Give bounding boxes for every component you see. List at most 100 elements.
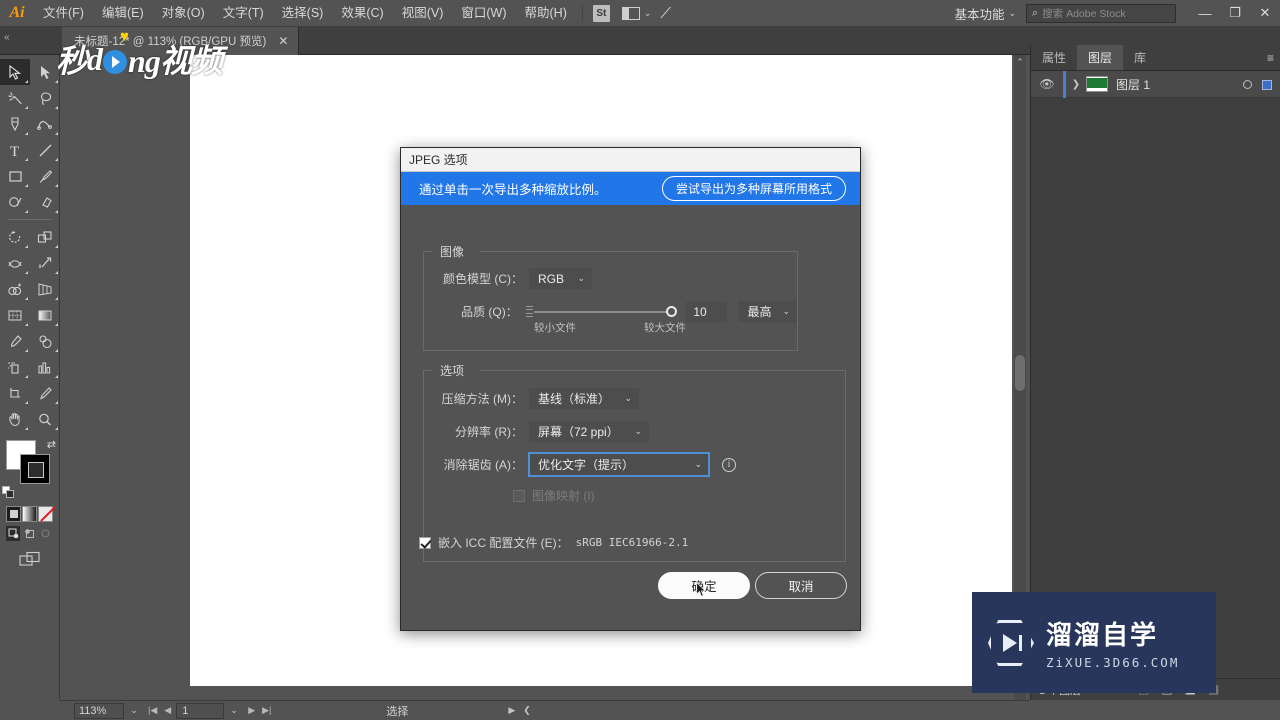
chevron-right-icon[interactable]: ❯	[1066, 79, 1086, 90]
column-graph-tool[interactable]	[30, 354, 60, 380]
close-icon[interactable]: ✕	[278, 34, 288, 48]
layer-row[interactable]: 👁 ❯ 图层 1	[1031, 70, 1280, 98]
curvature-tool[interactable]	[30, 111, 60, 137]
scroll-up-icon[interactable]: ⌃	[1014, 57, 1026, 68]
draw-normal-icon[interactable]	[6, 526, 21, 541]
artboard-chevron-down-icon[interactable]: ⌄	[224, 705, 244, 716]
menu-select[interactable]: 选择(S)	[273, 0, 333, 27]
workspace-chevron-down-icon[interactable]: ⌄	[1008, 8, 1016, 19]
eyedropper-tool[interactable]	[0, 328, 30, 354]
layer-visibility-icon[interactable]: 👁	[1031, 77, 1063, 91]
scale-tool[interactable]	[30, 224, 60, 250]
status-chevron-left-icon[interactable]: ❮	[523, 705, 531, 716]
eraser-tool[interactable]	[30, 189, 60, 215]
quality-preset-select[interactable]: 最高 ⌄	[738, 301, 797, 322]
antialias-info-icon[interactable]: i	[722, 457, 736, 472]
embed-icc-checkbox[interactable]	[419, 536, 431, 549]
jpeg-options-dialog: JPEG 选项 通过单击一次导出多种缩放比例。 尝试导出为多种屏幕所用格式 图像…	[400, 147, 861, 631]
scrollbar-thumb[interactable]	[1015, 355, 1025, 391]
gradient-fill-button[interactable]	[22, 506, 37, 522]
shape-builder-tool[interactable]	[0, 276, 30, 302]
panel-menu-icon[interactable]: ≡	[1267, 51, 1274, 65]
color-fill-button[interactable]	[6, 506, 21, 522]
paintbrush-tool[interactable]	[30, 163, 60, 189]
tab-properties[interactable]: 属性	[1031, 45, 1077, 70]
shaper-tool[interactable]	[0, 189, 30, 215]
next-artboard-icon[interactable]: ▶	[248, 705, 255, 716]
default-fill-stroke-icon[interactable]	[2, 486, 14, 498]
quality-slider-knob[interactable]	[666, 305, 678, 317]
rectangle-tool[interactable]	[0, 163, 30, 189]
ok-button[interactable]: 确定	[658, 572, 750, 599]
prev-artboard-icon[interactable]: ◀	[164, 705, 171, 716]
cancel-button[interactable]: 取消	[755, 572, 847, 599]
line-segment-tool[interactable]	[30, 137, 60, 163]
workspace-label[interactable]: 基本功能	[950, 4, 1008, 23]
mesh-tool[interactable]	[0, 302, 30, 328]
arrange-documents-button[interactable]: ⌄	[621, 6, 651, 20]
brush-flourish-icon[interactable]: ⟋	[651, 0, 680, 27]
menu-file[interactable]: 文件(F)	[34, 0, 93, 27]
menu-type[interactable]: 文字(T)	[214, 0, 273, 27]
free-transform-tool[interactable]	[30, 250, 60, 276]
resolution-select[interactable]: 屏幕（72 ppi） ⌄	[529, 421, 649, 442]
close-button[interactable]: ✕	[1250, 0, 1280, 27]
tab-libraries[interactable]: 库	[1123, 45, 1157, 70]
layer-select-indicator[interactable]	[1262, 80, 1272, 90]
restore-button[interactable]: ❐	[1220, 0, 1250, 27]
screen-mode-button[interactable]	[0, 541, 59, 567]
gradient-tool[interactable]	[30, 302, 60, 328]
current-tool-label[interactable]: 选择	[386, 703, 408, 719]
tab-layers[interactable]: 图层	[1077, 45, 1124, 70]
menu-object[interactable]: 对象(O)	[153, 0, 214, 27]
stock-search-input[interactable]: ⌕ 搜索 Adobe Stock	[1026, 3, 1176, 23]
hand-tool[interactable]	[0, 406, 30, 432]
slice-tool[interactable]	[30, 380, 60, 406]
antialias-select[interactable]: 优化文字（提示） ⌄	[528, 452, 710, 477]
layer-name[interactable]: 图层 1	[1116, 76, 1150, 93]
selection-tool[interactable]	[0, 59, 30, 85]
zoom-tool[interactable]	[30, 406, 60, 432]
zoom-level-input[interactable]: 113%	[74, 702, 124, 719]
minimize-button[interactable]: —	[1190, 0, 1220, 27]
first-artboard-icon[interactable]: |◀	[148, 705, 157, 716]
compression-select[interactable]: 基线（标准） ⌄	[529, 388, 639, 409]
menu-help[interactable]: 帮助(H)	[516, 0, 576, 27]
perspective-grid-tool[interactable]	[30, 276, 60, 302]
drawing-mode-row	[0, 522, 59, 541]
zixue-text-block: 溜溜自学 ZiXUE.3D66.COM	[1046, 615, 1179, 670]
adobe-stock-icon[interactable]: St	[592, 4, 610, 22]
export-for-screens-button[interactable]: 尝试导出为多种屏幕所用格式	[661, 176, 846, 201]
last-artboard-icon[interactable]: ▶|	[262, 705, 271, 716]
zixue-play-logo-icon	[988, 620, 1034, 666]
menu-edit[interactable]: 编辑(E)	[93, 0, 153, 27]
lasso-tool[interactable]	[30, 85, 60, 111]
artboard-number-input[interactable]: 1	[176, 702, 225, 719]
quality-slider[interactable]	[534, 305, 678, 317]
pen-tool[interactable]	[0, 111, 30, 137]
stroke-color-swatch[interactable]	[20, 454, 50, 484]
zoom-chevron-down-icon[interactable]: ⌄	[124, 705, 144, 716]
type-tool[interactable]: T	[0, 137, 30, 163]
quality-hint-large: 较大文件	[644, 322, 686, 334]
artboard-tool[interactable]	[0, 380, 30, 406]
blend-tool[interactable]	[30, 328, 60, 354]
rotate-tool[interactable]	[0, 224, 30, 250]
layer-target-icon[interactable]	[1243, 80, 1252, 89]
width-tool[interactable]	[0, 250, 30, 276]
image-map-checkbox	[513, 489, 525, 502]
menu-effect[interactable]: 效果(C)	[332, 0, 392, 27]
draw-inside-icon[interactable]	[39, 526, 53, 541]
quality-value-input[interactable]: 10	[686, 301, 728, 322]
color-model-row: 颜色模型 (C)： RGB ⌄	[427, 268, 797, 289]
draw-behind-icon[interactable]	[22, 526, 36, 541]
status-play-icon[interactable]: ▶	[508, 705, 515, 716]
menu-view[interactable]: 视图(V)	[393, 0, 453, 27]
color-model-select[interactable]: RGB ⌄	[529, 268, 592, 289]
swap-fill-stroke-icon[interactable]: ⇄	[47, 438, 56, 451]
symbol-sprayer-tool[interactable]	[0, 354, 30, 380]
collapse-panel-icon[interactable]: «	[4, 32, 9, 43]
none-fill-button[interactable]	[38, 506, 53, 522]
menu-window[interactable]: 窗口(W)	[452, 0, 515, 27]
magic-wand-tool[interactable]	[0, 85, 30, 111]
